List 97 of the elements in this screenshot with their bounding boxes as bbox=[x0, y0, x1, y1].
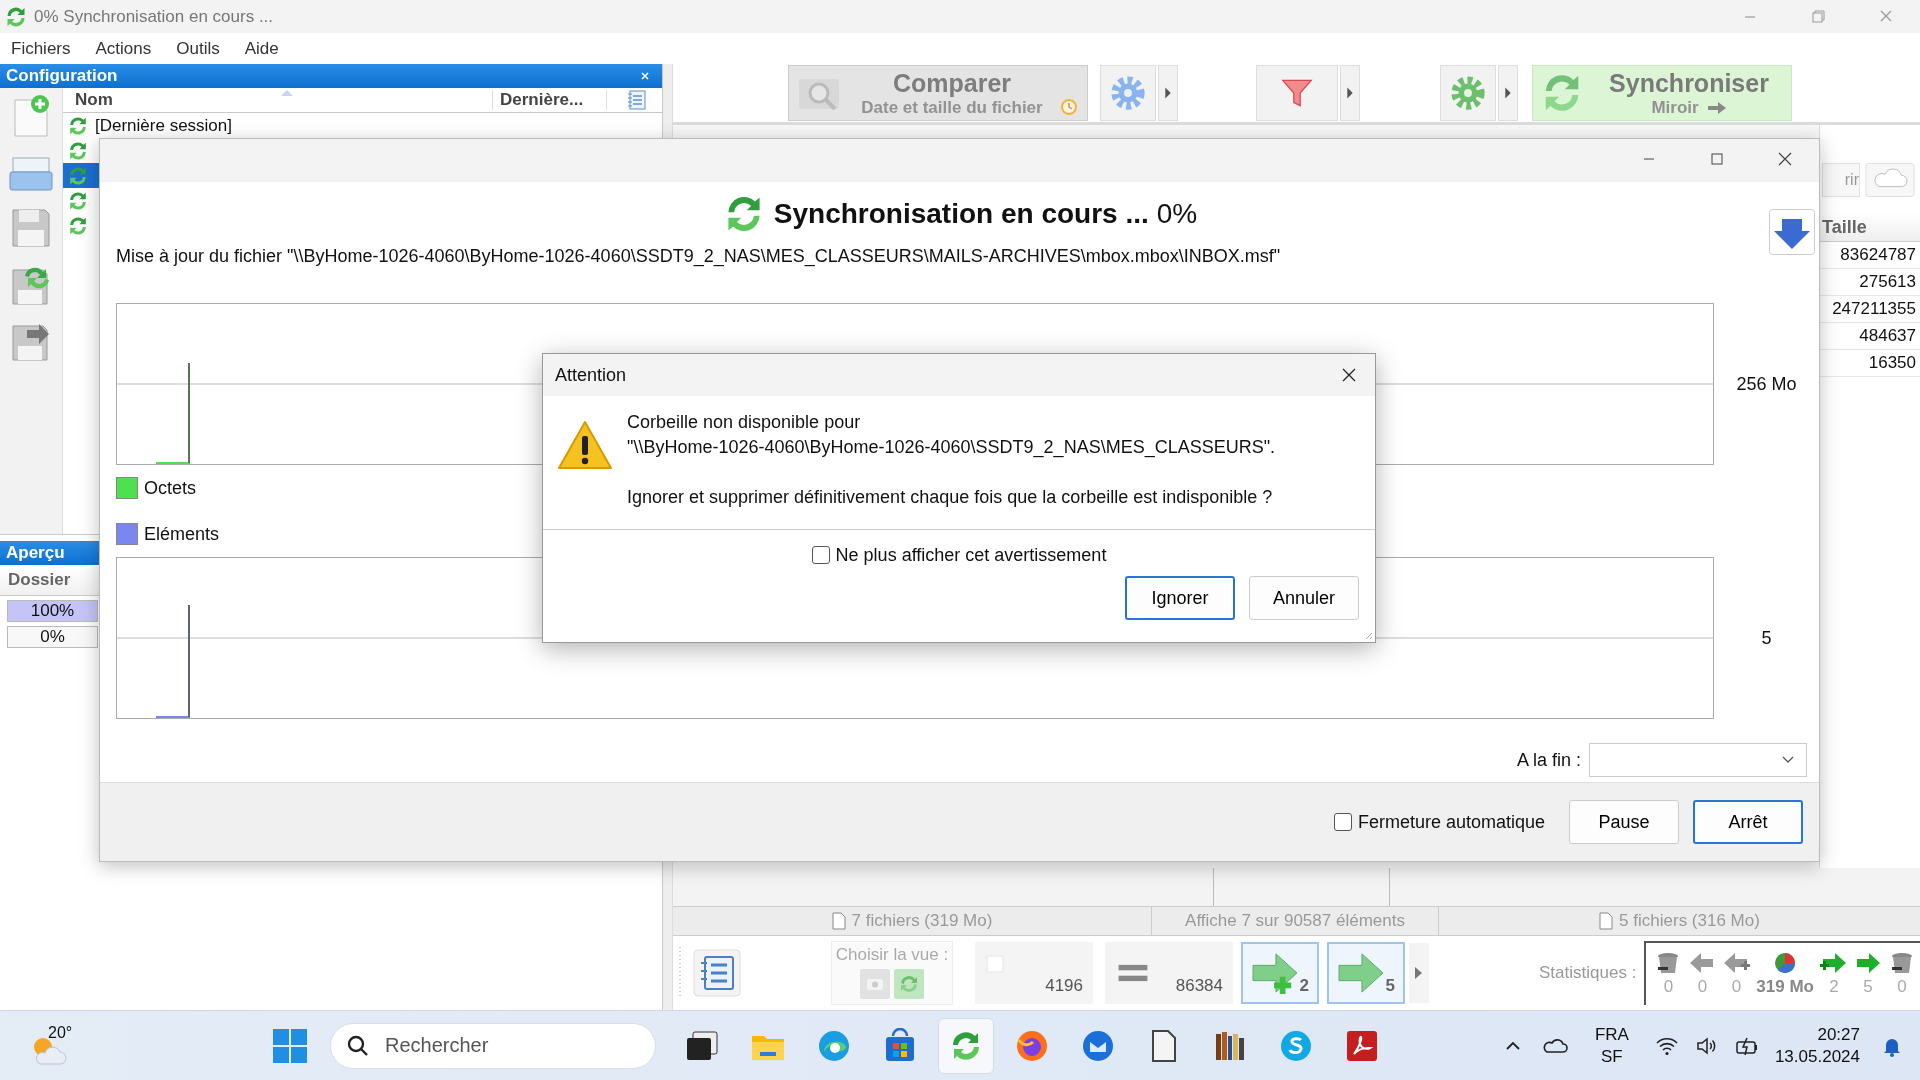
panel-title: Configuration bbox=[6, 66, 118, 86]
resize-grip-icon[interactable] bbox=[1363, 630, 1373, 640]
stat-value: 0 bbox=[1731, 977, 1742, 997]
compare-variant: Date et taille du fichier bbox=[861, 97, 1043, 118]
sync-icon bbox=[67, 164, 89, 187]
stat-value: 5 bbox=[1863, 977, 1873, 997]
axis-label: 5 bbox=[1760, 627, 1773, 649]
progress-heading: Synchronisation en cours ... bbox=[773, 198, 1149, 230]
sync-icon bbox=[67, 139, 89, 162]
list-icon[interactable] bbox=[625, 88, 649, 112]
message-text: Ignorer et supprimer définitivement chaque fois que la corbeille est indisponible ? bbox=[627, 486, 1274, 509]
chevron-down-icon bbox=[1782, 756, 1794, 764]
settings-button[interactable] bbox=[1100, 65, 1156, 121]
sync-icon[interactable] bbox=[894, 969, 924, 999]
table-cell: 275613 bbox=[1859, 272, 1916, 292]
alarm-clock-icon bbox=[1059, 96, 1079, 116]
stat-value: 0 bbox=[1897, 977, 1907, 997]
checkbox[interactable] bbox=[811, 546, 830, 564]
warning-icon bbox=[557, 420, 613, 470]
right-arrow-plus-icon bbox=[1820, 951, 1848, 975]
update-count-button[interactable]: 5 bbox=[1327, 942, 1405, 1004]
stat-value: 2 bbox=[1829, 977, 1839, 997]
table-cell: 247211355 bbox=[1832, 299, 1916, 319]
column-header[interactable]: Dernière... bbox=[493, 90, 607, 110]
message-text: Corbeille non disponible pour bbox=[627, 411, 862, 434]
axis-label: 256 Mo bbox=[1735, 373, 1798, 395]
message-text: "\\ByHome-1026-4060\ByHome-1026-4060\SSDT9_2_NAS\MES_CLASSEURS". bbox=[627, 436, 1276, 460]
status-text: Affiche 7 sur 90587 éléments bbox=[1185, 911, 1405, 931]
session-name: [Dernière session] bbox=[95, 115, 232, 136]
panel-title: Aperçu bbox=[6, 543, 65, 563]
menu-item[interactable]: Actions bbox=[95, 38, 152, 59]
caret-icon[interactable] bbox=[1158, 65, 1178, 121]
status-text: 5 fichiers (316 Mo) bbox=[1619, 911, 1760, 931]
equal-count[interactable]: 86384 bbox=[1105, 942, 1233, 1004]
progress-label: 0% bbox=[40, 627, 65, 647]
keyboard-layout[interactable]: SF bbox=[1601, 1045, 1623, 1068]
windows-icon[interactable] bbox=[272, 1027, 308, 1064]
field-label: A la fin : bbox=[1516, 749, 1581, 771]
session-row[interactable]: [Dernière session] bbox=[63, 113, 662, 138]
sync-icon bbox=[67, 114, 89, 137]
caret-icon[interactable] bbox=[1340, 65, 1360, 121]
settings-icon bbox=[1449, 74, 1487, 112]
table-cell: 484637 bbox=[1859, 326, 1916, 346]
pause-button[interactable]: Pause bbox=[1569, 800, 1679, 844]
search-icon bbox=[346, 1033, 370, 1058]
sync-icon bbox=[67, 189, 89, 212]
right-arrow-icon bbox=[1337, 952, 1385, 994]
right-arrow-plus-icon bbox=[1251, 952, 1299, 994]
stats-label: Statistiques : bbox=[1539, 963, 1637, 983]
progress-label: 100% bbox=[30, 601, 75, 621]
status-text: 7 fichiers (319 Mo) bbox=[851, 911, 993, 931]
search-field[interactable]: Rechercher bbox=[330, 1022, 656, 1069]
cancel-button[interactable]: Annuler bbox=[1249, 576, 1359, 620]
legend-label: Eléments bbox=[144, 523, 220, 545]
progress-percent: 0% bbox=[1156, 198, 1198, 230]
sort-arrow-icon bbox=[281, 90, 293, 96]
document-icon bbox=[831, 912, 846, 930]
clock-time[interactable]: 20:27 bbox=[1817, 1023, 1860, 1046]
filter-button[interactable] bbox=[1256, 65, 1338, 121]
caret-icon[interactable] bbox=[1498, 65, 1518, 121]
caret-icon[interactable] bbox=[1409, 943, 1429, 1003]
sync-variant: Miroir bbox=[1651, 97, 1699, 118]
create-count-button[interactable]: 2 bbox=[1241, 942, 1319, 1004]
language-code[interactable]: FRA bbox=[1594, 1023, 1629, 1046]
view-label: Choisir la vue : bbox=[835, 945, 949, 965]
checkbox-label: Ne plus afficher cet avertissement bbox=[835, 544, 1107, 566]
sync-label: Synchroniser bbox=[1609, 68, 1769, 98]
stat-value: 0 bbox=[1663, 977, 1674, 997]
ignore-button[interactable]: Ignorer bbox=[1125, 576, 1235, 620]
column-header: Dossier bbox=[8, 570, 71, 590]
document-icon bbox=[1599, 912, 1614, 930]
right-arrow-icon bbox=[1706, 100, 1727, 115]
checkbox[interactable] bbox=[1333, 813, 1352, 831]
clock-date[interactable]: 13.05.2024 bbox=[1774, 1045, 1860, 1068]
table-cell: 83624787 bbox=[1840, 245, 1916, 265]
list-icon[interactable] bbox=[693, 949, 741, 997]
menu-item[interactable]: Aide bbox=[244, 38, 279, 59]
legend-label: Octets bbox=[144, 477, 196, 499]
sync-icon bbox=[67, 214, 89, 237]
table-cell: 16350 bbox=[1868, 353, 1916, 373]
synchronize-button[interactable]: Synchroniser Miroir bbox=[1532, 65, 1792, 121]
settings-icon bbox=[1109, 74, 1147, 112]
right-arrow-icon bbox=[1854, 951, 1882, 975]
stat-value: 0 bbox=[1697, 977, 1708, 997]
settings-button[interactable] bbox=[1440, 65, 1496, 121]
checkbox-count[interactable]: 4196 bbox=[975, 942, 1093, 1004]
status-message: Mise à jour du fichier "\\ByHome-1026-4060\ByHome-1026-4060\SSDT9_2_NAS\MES_CLASSEURS\MAILS-ARCHIVES\mbox.mbox\INBOX.msf" bbox=[115, 246, 1282, 267]
stat-value: 319 Mo bbox=[1756, 977, 1814, 997]
stop-button[interactable]: Arrêt bbox=[1693, 800, 1803, 844]
compare-label: Comparer bbox=[892, 68, 1012, 98]
window-title: 0% Synchronisation en cours ... bbox=[34, 6, 274, 27]
checkbox-label: Fermeture automatique bbox=[1357, 811, 1545, 833]
dialog-title: Attention bbox=[555, 364, 627, 386]
menu-item[interactable]: Outils bbox=[176, 38, 220, 59]
menu-item[interactable]: Fichiers bbox=[11, 38, 71, 59]
temperature: 20° bbox=[48, 1023, 73, 1042]
left-arrow-plus-icon bbox=[1722, 951, 1751, 975]
